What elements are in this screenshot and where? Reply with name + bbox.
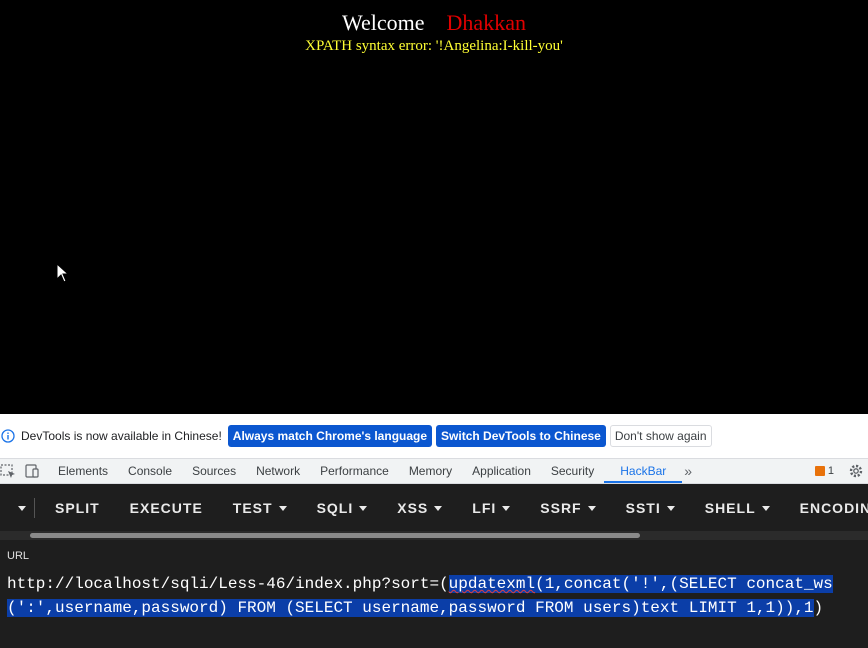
device-toolbar-icon[interactable] xyxy=(24,463,40,479)
hackbar-menu-dropdown[interactable] xyxy=(14,505,26,511)
chevron-down-icon xyxy=(761,505,770,511)
switch-to-chinese-button[interactable]: Switch DevTools to Chinese xyxy=(436,425,606,447)
test-menu[interactable]: TEST xyxy=(233,500,287,516)
welcome-line: Welcome Dhakkan xyxy=(0,10,868,36)
mouse-cursor-icon xyxy=(56,263,70,283)
username-text: Dhakkan xyxy=(446,10,526,35)
issues-count: 1 xyxy=(827,465,834,477)
chevron-down-icon xyxy=(587,505,596,511)
shell-menu[interactable]: SHELL xyxy=(705,500,770,516)
lfi-menu[interactable]: LFI xyxy=(472,500,511,516)
issue-flag-icon xyxy=(814,466,825,476)
page-content: Welcome Dhakkan XPATH syntax error: '!Ang… xyxy=(0,0,868,414)
chevron-down-icon xyxy=(278,505,287,511)
tab-security[interactable]: Security xyxy=(541,459,604,483)
dont-show-again-button[interactable]: Don't show again xyxy=(609,425,712,447)
always-match-language-button[interactable]: Always match Chrome's language xyxy=(227,425,433,447)
gear-icon[interactable] xyxy=(848,463,864,479)
tab-sources[interactable]: Sources xyxy=(182,459,246,483)
tab-elements[interactable]: Elements xyxy=(48,459,118,483)
infobar-message: DevTools is now available in Chinese! xyxy=(21,429,222,443)
toolbar-divider xyxy=(34,498,35,518)
info-icon xyxy=(1,429,15,443)
chevron-down-icon xyxy=(502,505,511,511)
url-label: URL xyxy=(7,550,30,562)
ssti-menu[interactable]: SSTI xyxy=(626,500,675,516)
more-tabs-icon[interactable]: » xyxy=(684,463,692,479)
welcome-label: Welcome xyxy=(342,10,425,35)
encoding-menu[interactable]: ENCODING xyxy=(800,500,868,516)
devtools-language-infobar: DevTools is now available in Chinese! Al… xyxy=(0,414,868,458)
xpath-error-message: XPATH syntax error: '!Angelina:I-kill-yo… xyxy=(305,38,563,54)
toolbar-scrollbar[interactable] xyxy=(30,533,640,538)
url-textarea[interactable]: http://localhost/sqli/Less-46/index.php?… xyxy=(7,572,863,620)
tab-performance[interactable]: Performance xyxy=(310,459,399,483)
tab-application[interactable]: Application xyxy=(462,459,541,483)
hackbar-toolbar: SPLIT EXECUTE TEST SQLI XSS LFI SSRF SST… xyxy=(0,484,868,532)
tab-network[interactable]: Network xyxy=(246,459,310,483)
xss-menu[interactable]: XSS xyxy=(397,500,443,516)
inspect-element-icon[interactable] xyxy=(0,463,16,479)
issues-counter[interactable]: 1 xyxy=(814,465,834,477)
sqli-menu[interactable]: SQLI xyxy=(317,500,368,516)
ssrf-menu[interactable]: SSRF xyxy=(540,500,596,516)
devtools-tab-bar: Elements Console Sources Network Perform… xyxy=(0,458,868,484)
execute-button[interactable]: EXECUTE xyxy=(130,500,203,516)
chevron-down-icon xyxy=(434,505,443,511)
url-panel: URL http://localhost/sqli/Less-46/index.… xyxy=(0,540,868,648)
tab-hackbar[interactable]: HackBar xyxy=(604,459,683,483)
chevron-down-icon xyxy=(359,505,368,511)
split-button[interactable]: SPLIT xyxy=(55,500,100,516)
chevron-down-icon xyxy=(666,505,675,511)
tab-console[interactable]: Console xyxy=(118,459,182,483)
tab-memory[interactable]: Memory xyxy=(399,459,462,483)
